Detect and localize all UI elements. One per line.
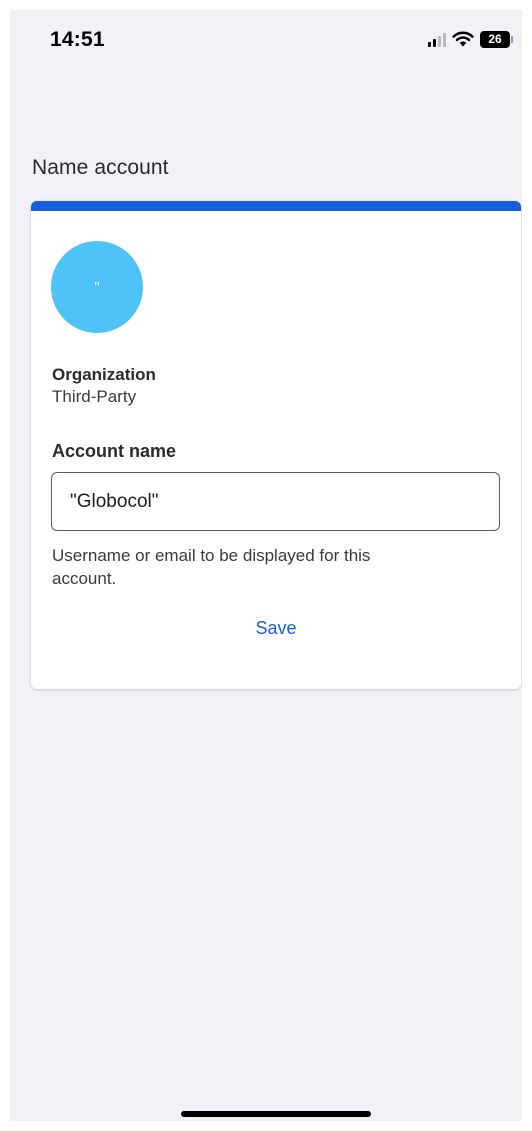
organization-label: Organization [52,365,156,384]
status-time: 14:51 [50,28,105,51]
signal-icon [428,31,446,47]
battery-icon: 26 [480,30,513,48]
card-accent-bar [31,201,521,211]
status-icons: 26 [428,28,513,50]
account-name-field[interactable] [51,472,500,531]
account-name-helper-text: Username or email to be displayed for th… [52,546,371,588]
organization-value: Third-Party [52,387,137,406]
status-bar: 14:51 26 [10,10,522,66]
page-title: Name account [32,156,169,179]
account-card: " Organization Third-Party Account name … [31,201,521,689]
account-name-input[interactable] [70,490,481,513]
home-indicator [181,1111,371,1117]
app-screen: 14:51 26 Name account " Organization Thi [10,10,522,1121]
save-button[interactable]: Save [31,618,521,639]
account-name-label: Account name [52,441,177,461]
avatar: " [51,241,143,333]
wifi-icon [452,31,474,47]
